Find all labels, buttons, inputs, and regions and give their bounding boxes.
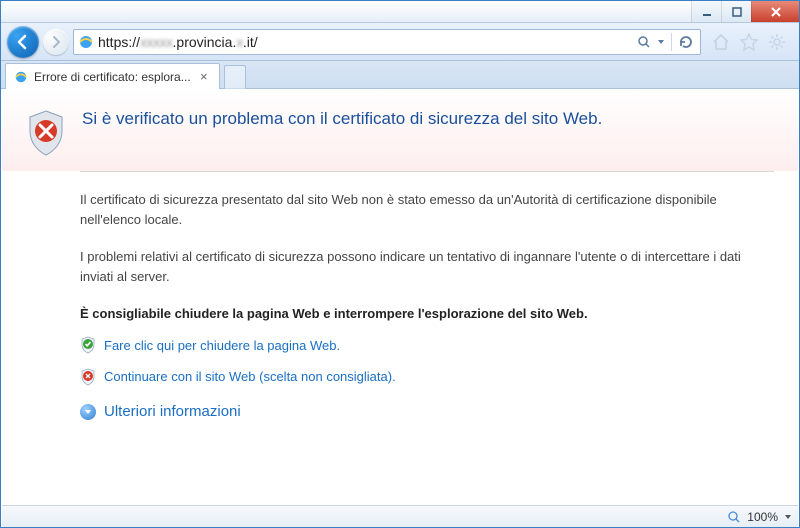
continue-row: Continuare con il sito Web (scelta non c…: [80, 367, 774, 387]
more-info-label[interactable]: Ulteriori informazioni: [104, 401, 241, 424]
shield-warn-icon: [80, 368, 96, 386]
separator: [671, 33, 672, 51]
refresh-icon[interactable]: [678, 34, 694, 50]
favorites-star-icon[interactable]: [739, 32, 759, 52]
arrow-right-icon: [49, 35, 63, 49]
tools-gear-icon[interactable]: [767, 32, 787, 52]
navigation-toolbar: https://xxxxx.provincia.x.it/: [1, 23, 799, 61]
url-suffix: .it/: [243, 34, 258, 50]
chevron-down-icon: [84, 408, 92, 416]
error-paragraph-1: Il certificato di sicurezza presentato d…: [80, 190, 774, 229]
error-header: Si è verificato un problema con il certi…: [2, 89, 798, 171]
address-bar-buttons: [637, 33, 696, 51]
arrow-left-icon: [14, 33, 32, 51]
zoom-magnifier-icon[interactable]: [727, 510, 741, 524]
close-page-row: Fare clic qui per chiudere la pagina Web…: [80, 336, 774, 356]
expand-disc-icon: [80, 404, 96, 420]
ie-logo-icon: [14, 70, 28, 84]
titlebar: [1, 1, 799, 23]
search-icon[interactable]: [637, 35, 651, 49]
url-redacted2: x: [236, 34, 243, 50]
home-icon[interactable]: [711, 32, 731, 52]
recommendation-text: È consigliabile chiudere la pagina Web e…: [80, 304, 774, 324]
tab-strip: Errore di certificato: esplora... ×: [1, 61, 799, 89]
forward-button[interactable]: [43, 29, 69, 55]
url-redacted: xxxxx: [140, 34, 173, 50]
zoom-level: 100%: [747, 510, 778, 524]
maximize-button[interactable]: [721, 1, 751, 22]
zoom-dropdown-icon[interactable]: [784, 513, 792, 521]
page-title: Si è verificato un problema con il certi…: [82, 109, 602, 129]
tab-title: Errore di certificato: esplora...: [34, 70, 191, 84]
error-body: Il certificato di sicurezza presentato d…: [2, 172, 798, 441]
minimize-button[interactable]: [691, 1, 721, 22]
browser-window: https://xxxxx.provincia.x.it/: [0, 0, 800, 528]
active-tab[interactable]: Errore di certificato: esplora... ×: [5, 63, 220, 89]
shield-ok-icon: [80, 336, 96, 354]
status-bar: 100%: [2, 505, 798, 527]
address-bar[interactable]: https://xxxxx.provincia.x.it/: [73, 29, 701, 55]
shield-error-icon: [26, 109, 66, 157]
continue-link[interactable]: Continuare con il sito Web (scelta non c…: [104, 367, 396, 387]
url-mid: .provincia.: [173, 34, 237, 50]
close-window-button[interactable]: [751, 1, 799, 22]
error-paragraph-2: I problemi relativi al certificato di si…: [80, 247, 774, 286]
more-info-row[interactable]: Ulteriori informazioni: [80, 401, 774, 424]
page-content: Si è verificato un problema con il certi…: [2, 89, 798, 505]
back-button[interactable]: [7, 26, 39, 58]
tab-close-button[interactable]: ×: [197, 70, 211, 84]
url-prefix: https://: [98, 34, 140, 50]
ie-logo-icon: [78, 34, 94, 50]
dropdown-icon[interactable]: [657, 38, 665, 46]
new-tab-button[interactable]: [224, 65, 246, 89]
close-page-link[interactable]: Fare clic qui per chiudere la pagina Web…: [104, 336, 340, 356]
toolbar-icons: [705, 32, 793, 52]
url-text[interactable]: https://xxxxx.provincia.x.it/: [98, 34, 633, 50]
